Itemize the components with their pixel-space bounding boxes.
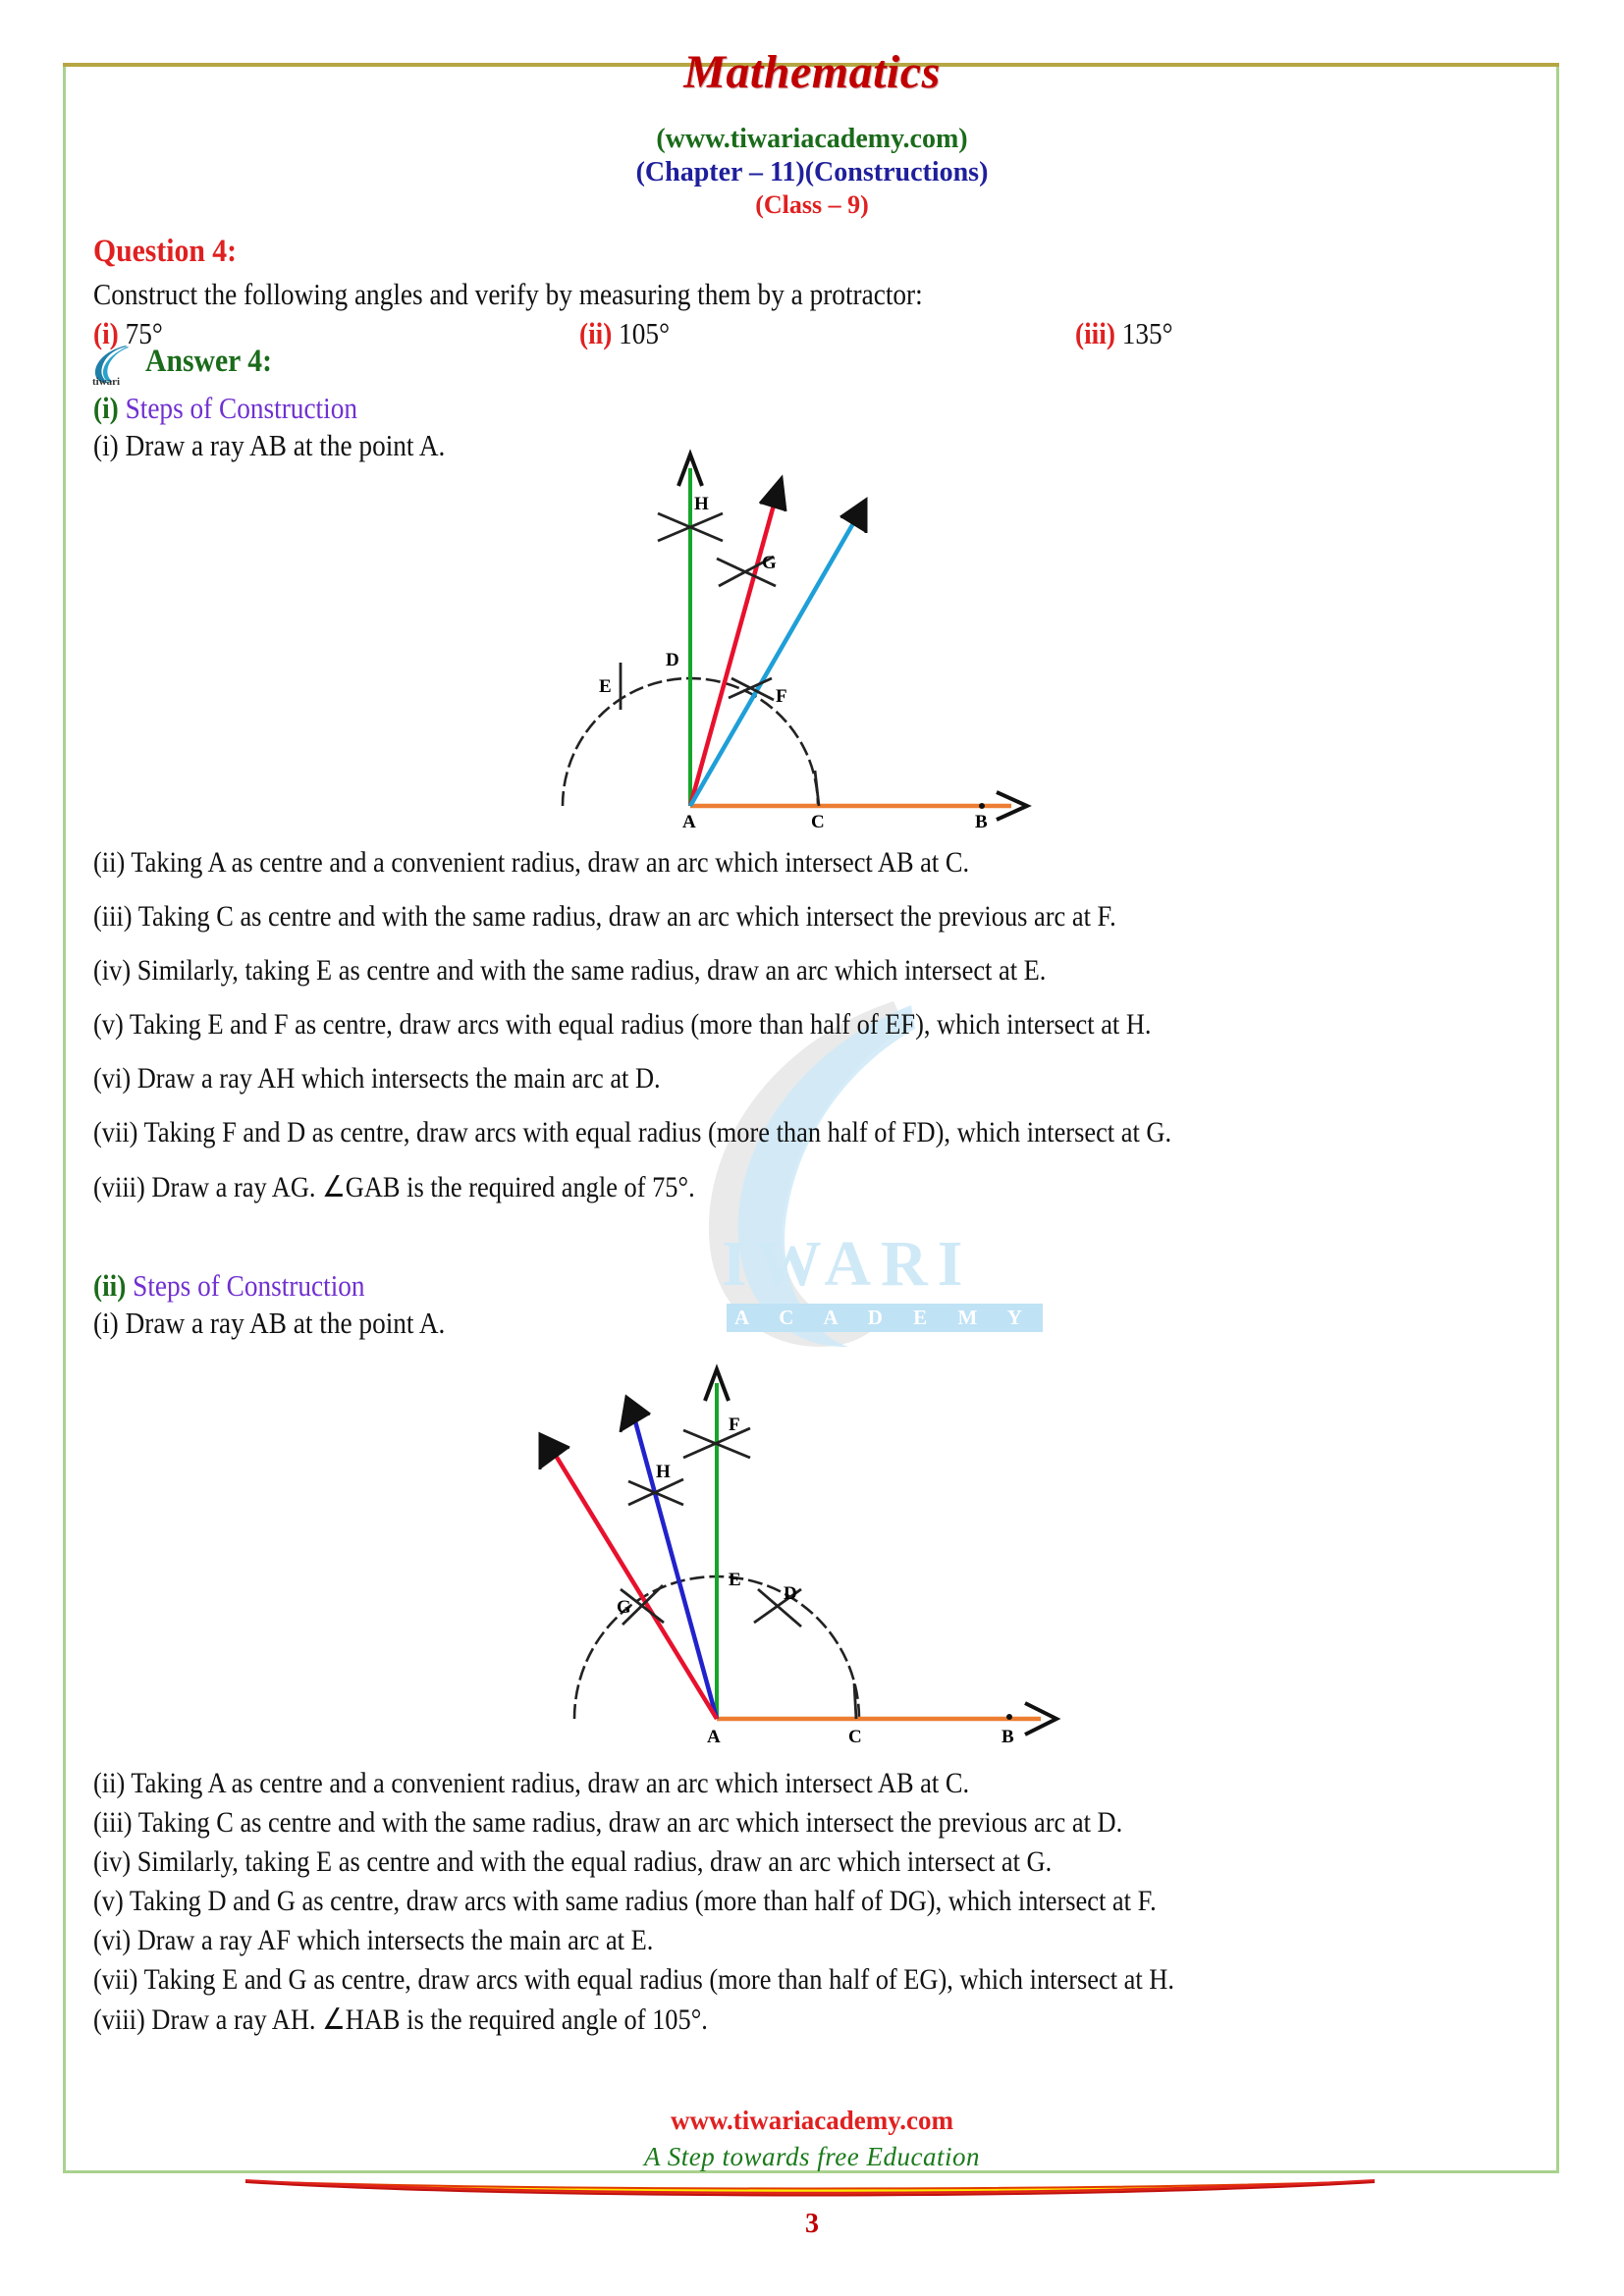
ray-AH bbox=[629, 1410, 720, 1720]
part-1-steps-title: Steps of Construction bbox=[125, 391, 358, 425]
answer-part-1-step-i: (i) Draw a ray AB at the point A. bbox=[93, 428, 446, 462]
answer-heading: Answer 4: bbox=[145, 344, 272, 379]
ray-AG-arrowhead bbox=[538, 1431, 570, 1469]
answer-part-1-step-vi: (vi) Draw a ray AH which intersects the … bbox=[93, 1062, 661, 1095]
figure2-label-B: B bbox=[1001, 1727, 1014, 1742]
answer-part-2-title: (ii) Steps of Construction bbox=[93, 1268, 365, 1304]
answer-part-2-step-iii: (iii) Taking C as centre and with the sa… bbox=[93, 1806, 1123, 1839]
figure1-label-C: C bbox=[811, 812, 825, 829]
page-number: 3 bbox=[805, 2209, 819, 2239]
figure1-label-A: A bbox=[682, 812, 696, 829]
watermark-subtext: A C A D E M Y bbox=[727, 1304, 1043, 1332]
figure2-label-C: C bbox=[848, 1727, 862, 1742]
figure1-label-F: F bbox=[776, 686, 787, 707]
ray-AF-arrowhead bbox=[839, 497, 868, 533]
part-2-roman: (ii) bbox=[93, 1268, 127, 1303]
point-B-dot bbox=[979, 803, 985, 809]
answer-part-2-step-vii: (vii) Taking E and G as centre, draw arc… bbox=[93, 1963, 1174, 1996]
figure2-label-D: D bbox=[784, 1583, 797, 1604]
ray-AG-arrowhead bbox=[758, 474, 787, 512]
answer-part-1-title: (i) Steps of Construction bbox=[93, 391, 357, 426]
construction-figure-105-degrees: F H E D G A C B bbox=[538, 1363, 1061, 1742]
answer-part-2-step-ii: (ii) Taking A as centre and a convenient… bbox=[93, 1767, 970, 1799]
point-B-dot bbox=[1006, 1714, 1012, 1720]
footer-website: www.tiwariacademy.com bbox=[671, 2106, 953, 2135]
arc-tick-C bbox=[813, 770, 821, 807]
answer-part-2-step-iv: (iv) Similarly, taking E as centre and w… bbox=[93, 1845, 1053, 1878]
question-heading: Question 4: bbox=[93, 234, 238, 269]
tiwari-leaf-icon: tiwari bbox=[92, 346, 129, 387]
figure1-label-B: B bbox=[975, 812, 988, 829]
figure2-label-F: F bbox=[729, 1415, 740, 1435]
figure2-label-G: G bbox=[617, 1597, 631, 1618]
figure2-label-H: H bbox=[656, 1462, 671, 1482]
footer-decorative-rule bbox=[245, 2179, 1375, 2197]
answer-part-1-step-ii: (ii) Taking A as centre and a convenient… bbox=[93, 846, 970, 879]
question-prompt: Construct the following angles and verif… bbox=[93, 277, 923, 311]
answer-part-2-step-vi: (vi) Draw a ray AF which intersects the … bbox=[93, 1924, 654, 1956]
ray-AG bbox=[548, 1444, 719, 1721]
option-2-value: 105° bbox=[619, 316, 670, 350]
answer-part-1-step-iv: (iv) Similarly, taking E as centre and w… bbox=[93, 954, 1047, 987]
part-2-steps-title: Steps of Construction bbox=[133, 1268, 365, 1303]
answer-part-2-step-v: (v) Taking D and G as centre, draw arcs … bbox=[93, 1885, 1157, 1917]
option-3-roman: (iii) bbox=[1075, 316, 1115, 350]
page-title: Mathematics bbox=[683, 46, 941, 98]
footer-tagline: A Step towards free Education bbox=[644, 2142, 980, 2171]
watermark-text: IWARI bbox=[722, 1228, 973, 1300]
question-option-3: (iii) 135° bbox=[1075, 316, 1173, 351]
ray-AG bbox=[687, 490, 781, 807]
svg-text:tiwari: tiwari bbox=[92, 376, 120, 387]
header-chapter: (Chapter – 11)(Constructions) bbox=[635, 157, 989, 187]
figure2-label-E: E bbox=[729, 1570, 741, 1590]
header-website: (www.tiwariacademy.com) bbox=[656, 124, 968, 154]
option-2-roman: (ii) bbox=[579, 316, 613, 350]
figure1-label-E: E bbox=[599, 676, 612, 697]
figure2-label-A: A bbox=[707, 1727, 721, 1742]
figure1-label-D: D bbox=[666, 650, 679, 670]
answer-part-1-step-iii: (iii) Taking C as centre and with the sa… bbox=[93, 900, 1116, 933]
answer-part-1-step-v: (v) Taking E and F as centre, draw arcs … bbox=[93, 1008, 1152, 1041]
answer-part-2-step-viii: (viii) Draw a ray AH. ∠HAB is the requir… bbox=[93, 2003, 708, 2036]
option-3-value: 135° bbox=[1121, 316, 1173, 350]
header-class: (Class – 9) bbox=[755, 190, 869, 219]
answer-part-1-step-viii: (viii) Draw a ray AG. ∠GAB is the requir… bbox=[93, 1171, 695, 1203]
arc-tick-C bbox=[852, 1682, 858, 1720]
answer-part-1-step-vii: (vii) Taking F and D as centre, draw arc… bbox=[93, 1116, 1172, 1148]
construction-figure-75-degrees: H G F D E A C B bbox=[561, 449, 1032, 829]
question-option-2: (ii) 105° bbox=[579, 316, 670, 351]
figure1-label-H: H bbox=[694, 494, 709, 514]
answer-part-2-step-i: (i) Draw a ray AB at the point A. bbox=[93, 1306, 446, 1340]
figure1-label-G: G bbox=[762, 553, 777, 573]
part-1-roman: (i) bbox=[93, 391, 119, 425]
